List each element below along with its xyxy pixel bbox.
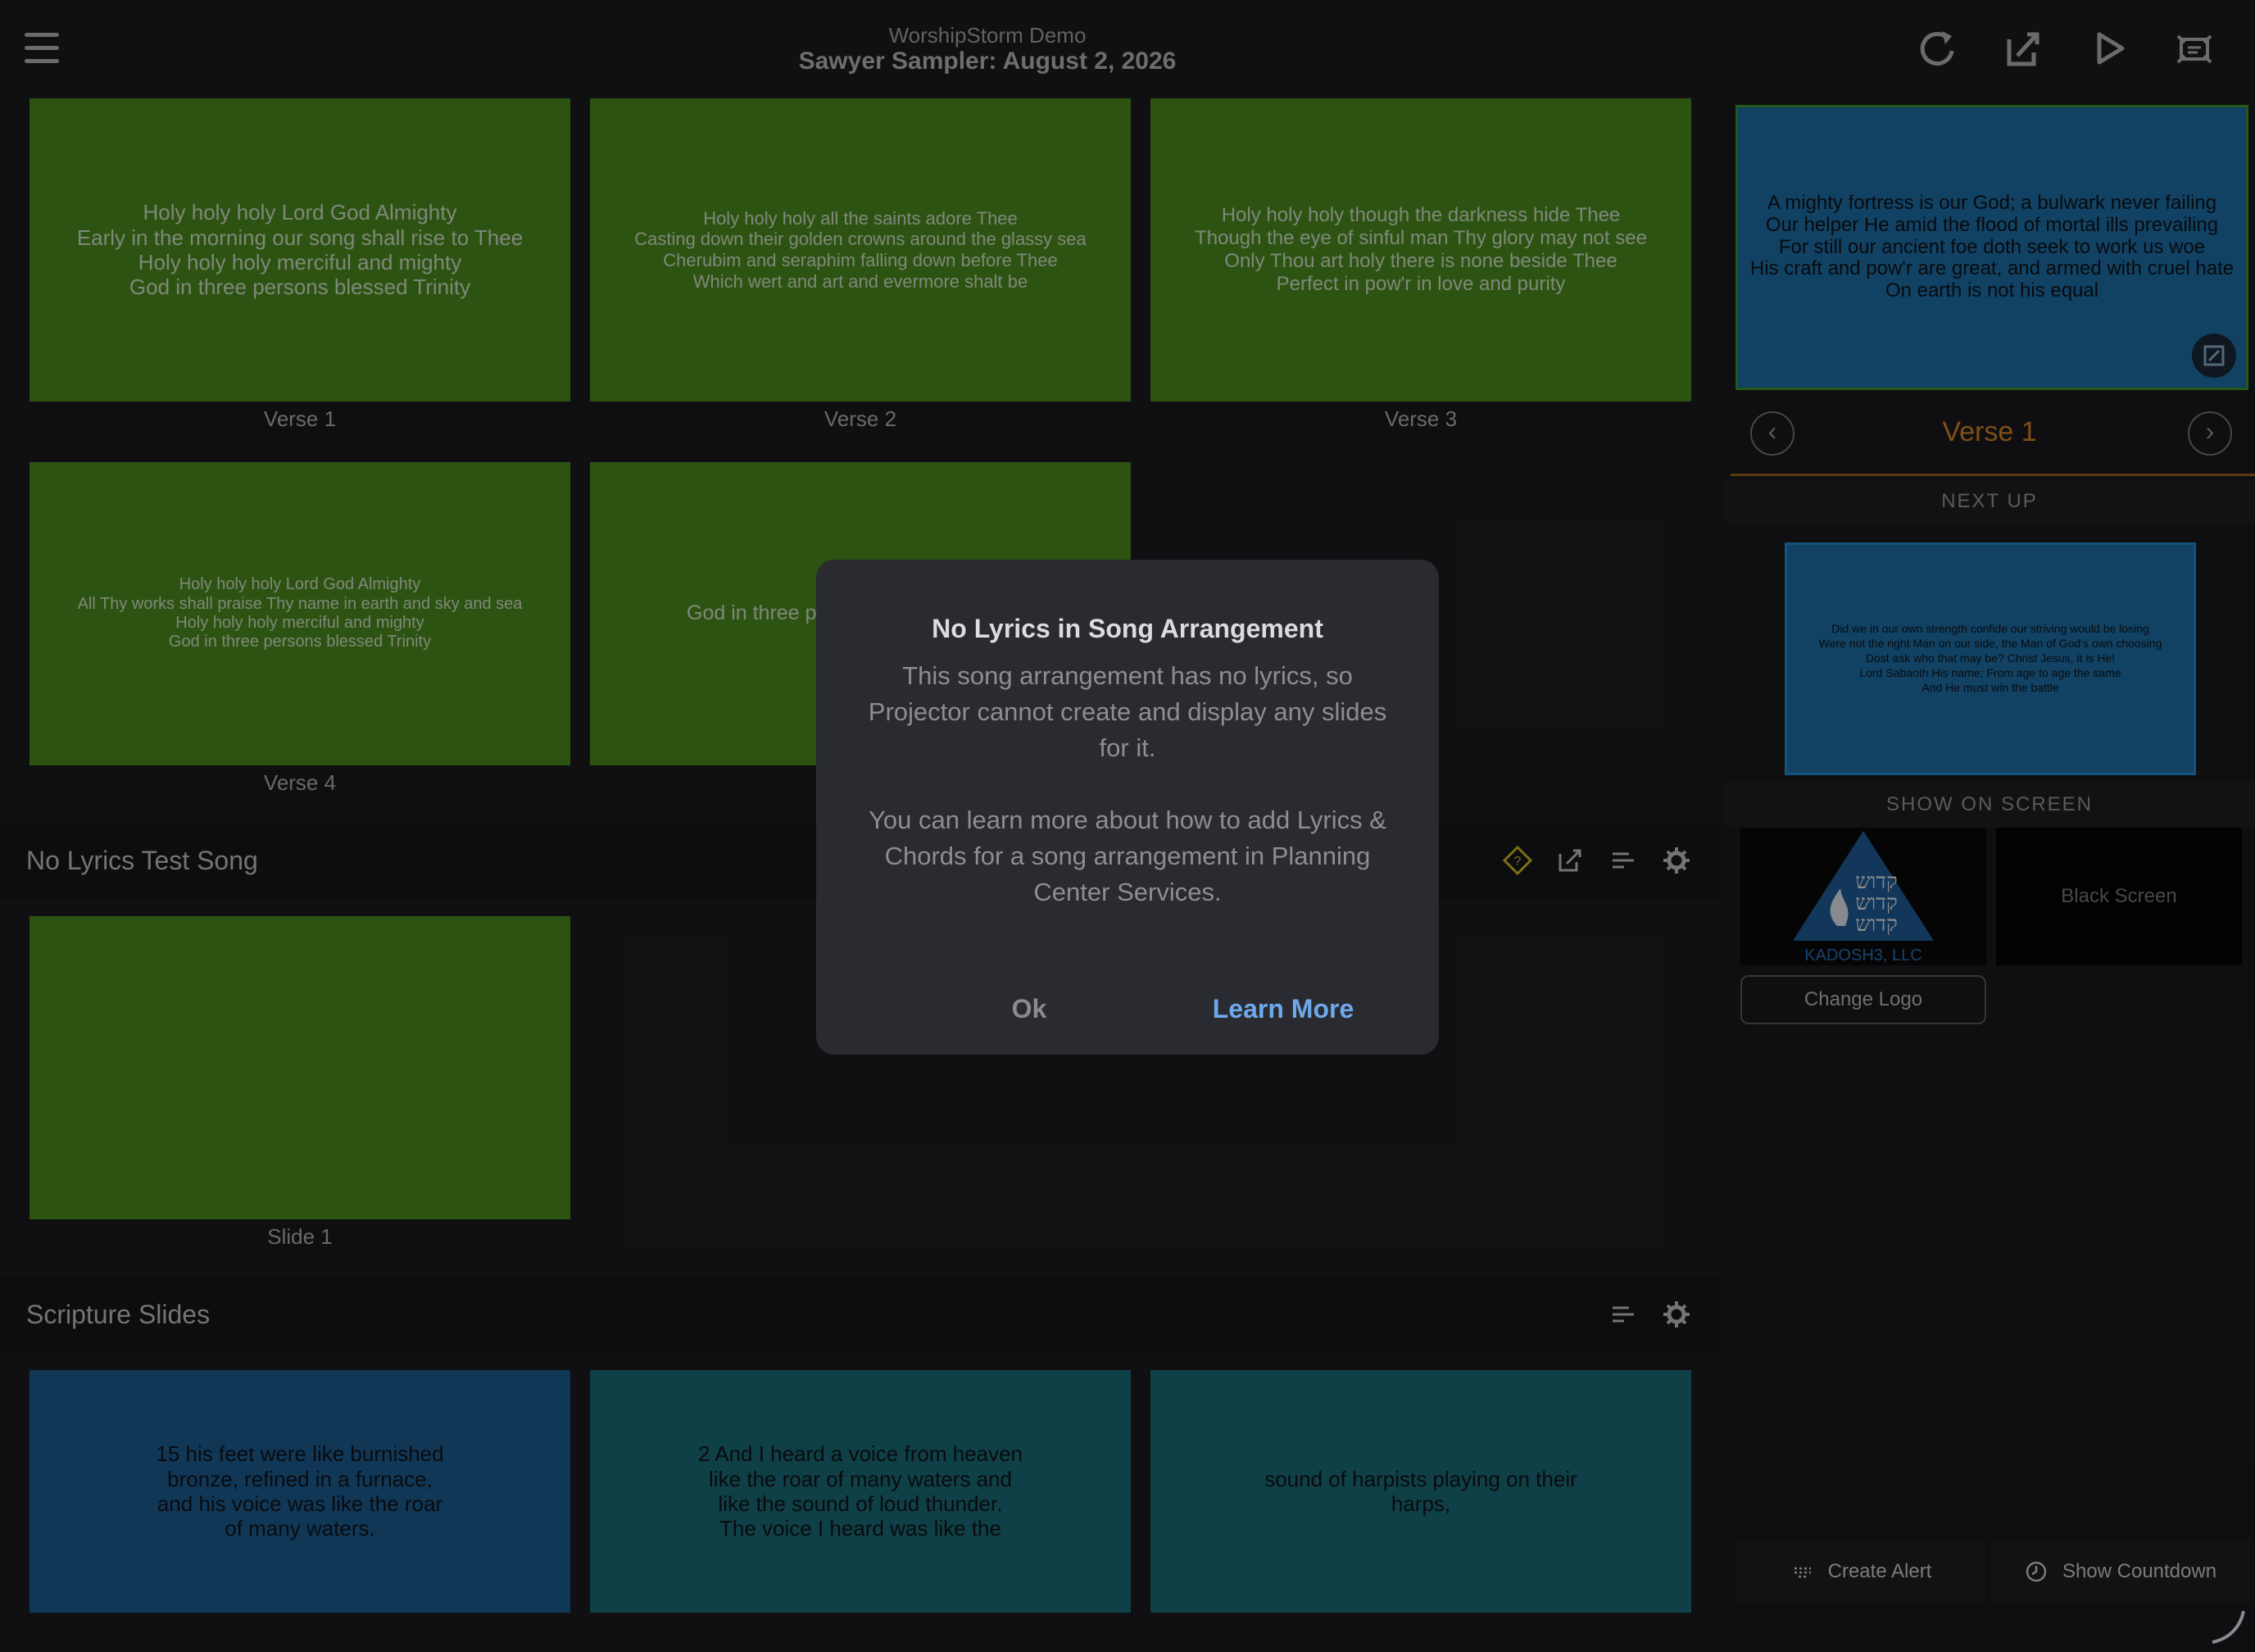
learn-more-button[interactable]: Learn More [1177,994,1390,1024]
alert-dialog: No Lyrics in Song Arrangement This song … [816,560,1439,1055]
resize-handle-icon[interactable] [2207,1606,2248,1647]
ok-button[interactable]: Ok [947,994,1111,1024]
dialog-title: No Lyrics in Song Arrangement [932,614,1323,643]
dialog-message: This song arrangement has no lyrics, so … [868,661,1387,906]
